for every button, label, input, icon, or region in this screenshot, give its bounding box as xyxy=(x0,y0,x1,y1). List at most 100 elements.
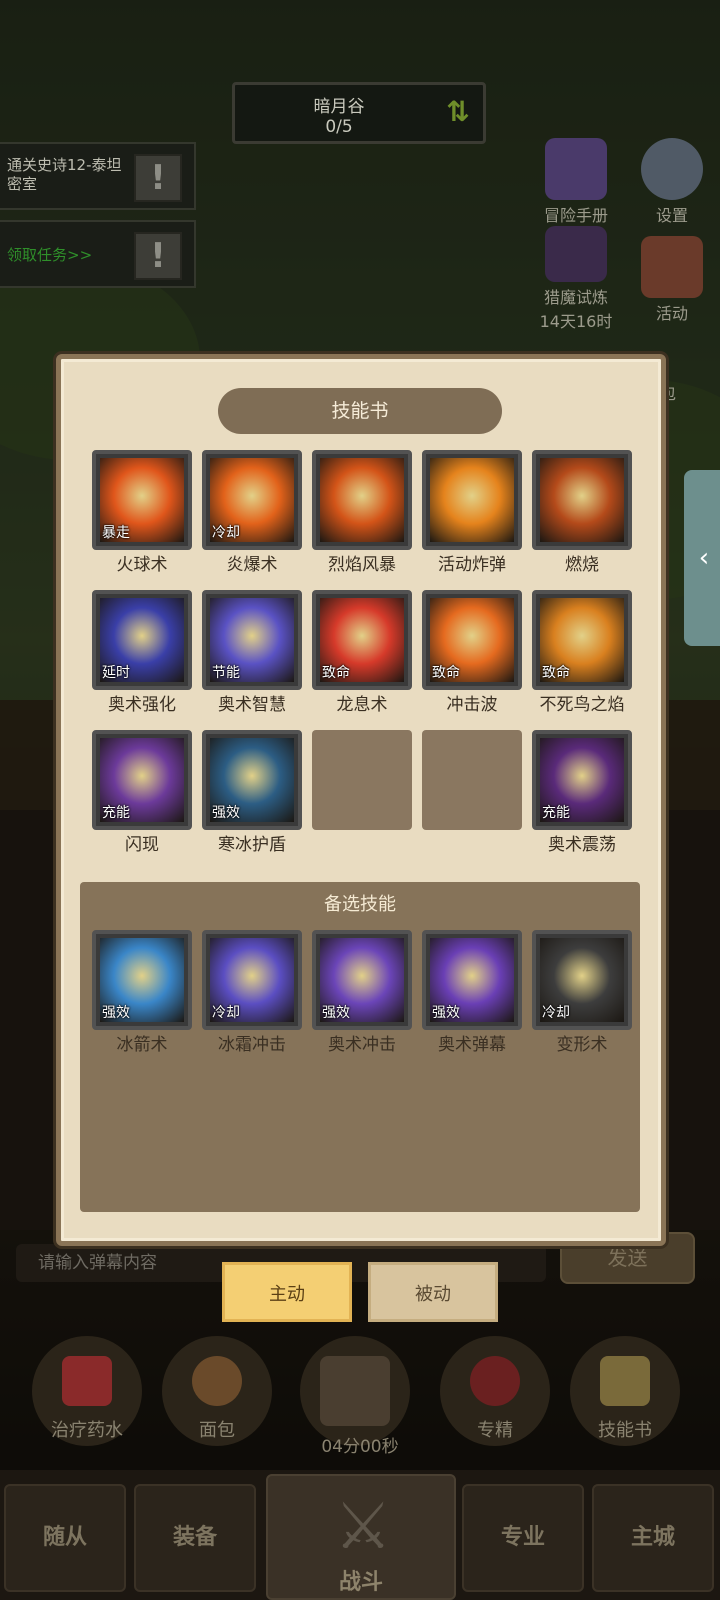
skill-tile[interactable]: 延时 奥术强化 xyxy=(92,590,192,715)
tab-passive-skills[interactable]: 被动 xyxy=(368,1262,498,1322)
alternate-skills-title: 备选技能 xyxy=(324,894,396,915)
skill-tile[interactable]: 冷却 炎爆术 xyxy=(202,450,302,575)
healing-potion-button[interactable]: 治疗药水 xyxy=(32,1336,142,1446)
skill-tile[interactable]: 节能 奥术智慧 xyxy=(202,590,302,715)
skill-tile[interactable]: 强效 奥术弹幕 xyxy=(422,930,522,1055)
skill-name: 烈焰风暴 xyxy=(328,555,396,575)
skill-frame: 强效 xyxy=(202,730,302,830)
activity-button[interactable]: 活动 xyxy=(632,236,712,324)
skill-rune-tag: 充能 xyxy=(102,805,130,821)
skill-frame: 强效 xyxy=(312,930,412,1030)
side-drawer-tab[interactable]: ‹ xyxy=(684,470,720,646)
demon-hunt-label: 猎魔试炼 xyxy=(543,288,608,307)
skillbook-label: 技能书 xyxy=(598,1420,652,1441)
skill-icon xyxy=(320,458,404,542)
skill-icon xyxy=(540,458,624,542)
quest-epic-titan[interactable]: 通关史诗12-泰坦密室 ! xyxy=(0,142,196,210)
nav-follower[interactable]: 随从 xyxy=(4,1484,126,1592)
skill-frame xyxy=(532,450,632,550)
demon-hunt-button[interactable]: 猎魔试炼 14天16时 xyxy=(536,226,616,332)
skill-tile[interactable]: 强效冰箭术 xyxy=(92,930,192,1055)
bread-button[interactable]: 面包 xyxy=(162,1336,272,1446)
skill-rune-tag: 冷却 xyxy=(212,525,240,541)
skill-tile[interactable]: 强效寒冰护盾 xyxy=(202,730,302,855)
skill-frame: 充能 xyxy=(532,730,632,830)
skill-tile[interactable]: 冷却 冰霜冲击 xyxy=(202,930,302,1055)
skill-tile[interactable]: 充能闪现 xyxy=(92,730,192,855)
exclamation-icon: ! xyxy=(134,154,182,202)
nav-profession[interactable]: 专业 xyxy=(462,1484,584,1592)
skill-name: 冰箭术 xyxy=(116,1035,168,1055)
skill-frame: 冷却 xyxy=(532,930,632,1030)
skill-tile[interactable]: 暴走 火球术 xyxy=(92,450,192,575)
treasure-chest-button[interactable] xyxy=(300,1336,410,1446)
skill-tile[interactable]: 致命冲击波 xyxy=(422,590,522,715)
nav-equipment[interactable]: 装备 xyxy=(134,1484,256,1592)
nav-battle[interactable]: ⚔ 战斗 xyxy=(266,1474,456,1600)
panel-title: 技能书 xyxy=(218,388,502,434)
skill-rune-tag: 强效 xyxy=(322,1005,350,1021)
adventure-manual-button[interactable]: 冒险手册 xyxy=(536,138,616,226)
exclamation-icon: ! xyxy=(134,232,182,280)
skill-rune-tag: 暴走 xyxy=(102,525,130,541)
adventure-manual-label: 冒险手册 xyxy=(543,206,608,225)
quest-text: 领取任务>> xyxy=(7,246,93,264)
specialize-button[interactable]: 专精 xyxy=(440,1336,550,1446)
empty-skill-slot[interactable] xyxy=(422,730,522,830)
skillbook-button[interactable]: 技能书 xyxy=(570,1336,680,1446)
skill-frame: 致命 xyxy=(312,590,412,690)
book-icon xyxy=(545,138,607,200)
nav-city[interactable]: 主城 xyxy=(592,1484,714,1592)
tab-active-skills[interactable]: 主动 xyxy=(222,1262,352,1322)
skill-name: 变形术 xyxy=(556,1035,608,1055)
crossed-swords-icon: ⚔ xyxy=(334,1490,392,1564)
quest-claim[interactable]: 领取任务>> ! xyxy=(0,220,196,288)
nav-battle-label: 战斗 xyxy=(338,1570,383,1595)
skill-tile[interactable]: 致命 不死鸟之焰 xyxy=(532,590,632,715)
skill-frame: 致命 xyxy=(422,590,522,690)
skill-tile[interactable]: 充能奥术震荡 xyxy=(532,730,632,855)
gear-icon xyxy=(641,138,703,200)
healing-potion-label: 治疗药水 xyxy=(51,1420,123,1441)
skill-name: 奥术震荡 xyxy=(548,835,616,855)
skill-tile[interactable]: 冷却变形术 xyxy=(532,930,632,1055)
potion-icon xyxy=(62,1356,112,1406)
skill-rune-tag: 强效 xyxy=(212,805,240,821)
skill-rune-tag: 致命 xyxy=(432,665,460,681)
activity-label: 活动 xyxy=(655,304,688,323)
skill-name: 闪现 xyxy=(125,835,159,855)
chevron-left-icon: ‹ xyxy=(698,543,710,573)
skill-frame: 延时 xyxy=(92,590,192,690)
skill-tile[interactable]: 活动炸弹 xyxy=(422,450,522,575)
skill-frame: 强效 xyxy=(422,930,522,1030)
settings-label: 设置 xyxy=(655,206,688,225)
location-name: 暗月谷 xyxy=(313,97,365,117)
skill-tile[interactable]: 烈焰风暴 xyxy=(312,450,412,575)
skill-tile[interactable]: 燃烧 xyxy=(532,450,632,575)
skill-rune-tag: 强效 xyxy=(102,1005,130,1021)
skill-name: 寒冰护盾 xyxy=(218,835,286,855)
empty-skill-slot[interactable] xyxy=(312,730,412,830)
skill-name: 冲击波 xyxy=(446,695,498,715)
skill-name: 奥术冲击 xyxy=(328,1035,396,1055)
skill-tile[interactable]: 强效奥术冲击 xyxy=(312,930,412,1055)
skill-frame xyxy=(312,450,412,550)
skill-frame: 冷却 xyxy=(202,930,302,1030)
skill-frame: 节能 xyxy=(202,590,302,690)
skill-name: 龙息术 xyxy=(336,695,388,715)
skill-rune-tag: 冷却 xyxy=(542,1005,570,1021)
skill-rune-tag: 致命 xyxy=(322,665,350,681)
skill-frame xyxy=(422,450,522,550)
refresh-icon[interactable]: ⇅ xyxy=(443,97,473,127)
skill-frame: 充能 xyxy=(92,730,192,830)
skillbook-icon xyxy=(600,1356,650,1406)
skill-name: 活动炸弹 xyxy=(438,555,506,575)
skill-rune-tag: 充能 xyxy=(542,805,570,821)
skill-name: 奥术弹幕 xyxy=(438,1035,506,1055)
bread-label: 面包 xyxy=(199,1420,235,1441)
target-icon xyxy=(470,1356,520,1406)
settings-button[interactable]: 设置 xyxy=(632,138,712,226)
skill-tile[interactable]: 致命龙息术 xyxy=(312,590,412,715)
skill-name: 不死鸟之焰 xyxy=(539,695,625,715)
chest-icon xyxy=(320,1356,390,1426)
